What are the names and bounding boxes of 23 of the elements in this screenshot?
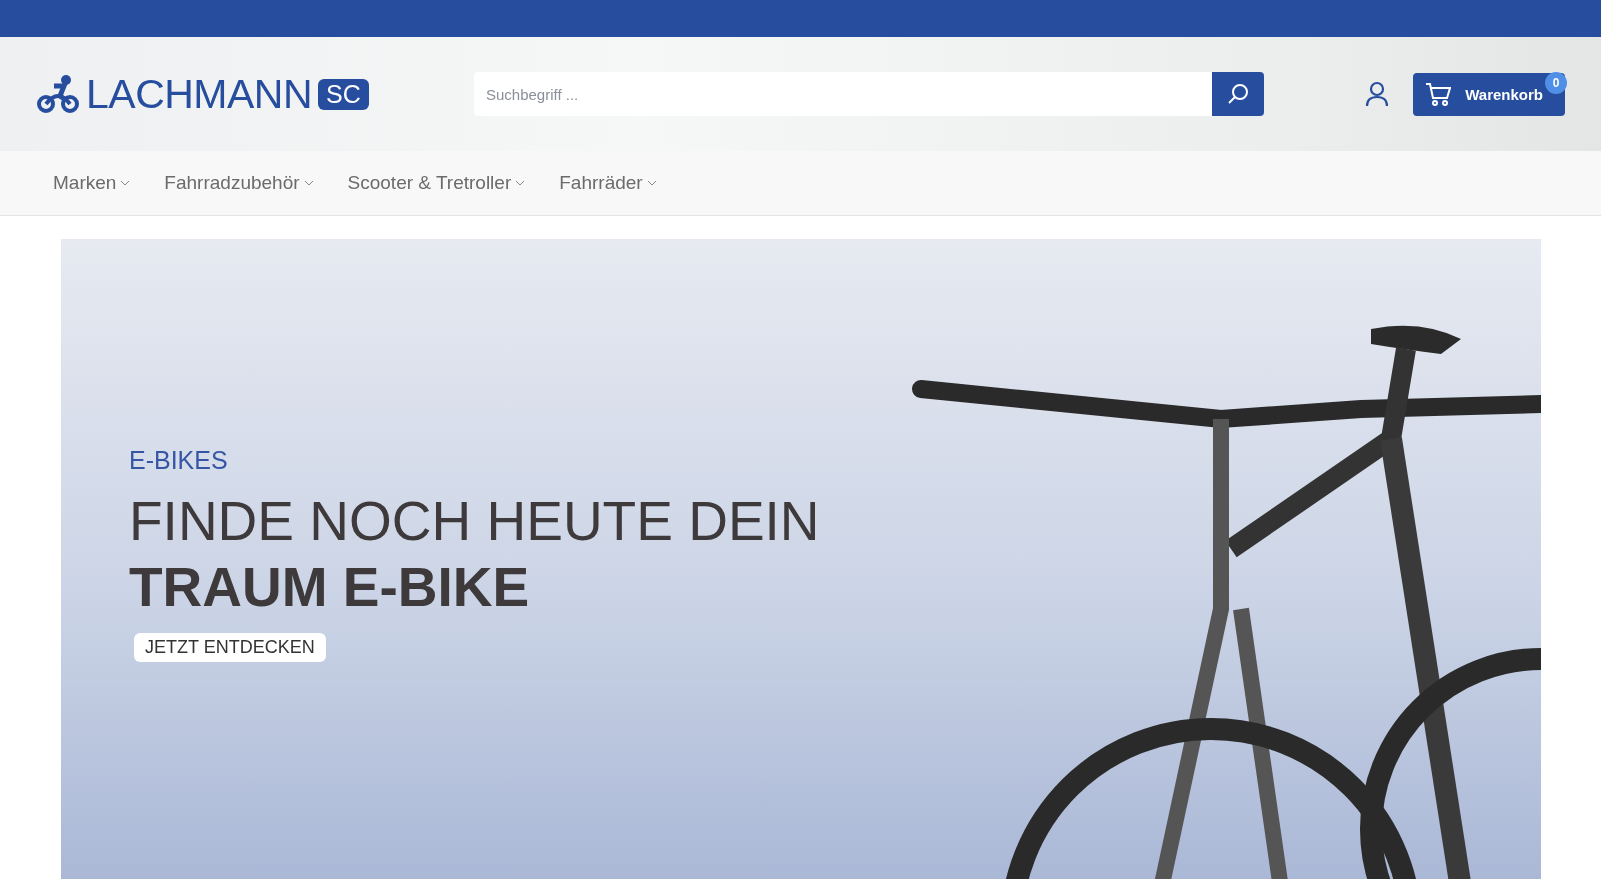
discover-button[interactable]: JETZT ENTDECKEN	[134, 633, 326, 662]
chevron-down-icon	[303, 180, 314, 186]
chevron-down-icon	[646, 180, 657, 186]
nav-item[interactable]: Marken	[53, 172, 131, 194]
account-button[interactable]	[1365, 81, 1390, 107]
search-field[interactable]: Suchbegriff ...	[474, 72, 1212, 116]
search-icon	[1227, 83, 1249, 105]
hero-headline: FINDE NOCH HEUTE DEIN	[129, 489, 820, 553]
hero-headline-bold: TRAUM E-BIKE	[129, 555, 530, 619]
hero-kicker: E-BIKES	[129, 446, 228, 475]
nav-item[interactable]: Fahrradzubehör	[164, 172, 314, 194]
logo-badge: SC	[318, 78, 369, 110]
user-icon	[1365, 81, 1390, 107]
nav-item[interactable]: Scooter & Tretroller	[347, 172, 526, 194]
cart-button[interactable]: Warenkorb 0	[1413, 72, 1565, 116]
chevron-down-icon	[120, 180, 131, 186]
cyclist-icon	[36, 74, 80, 114]
nav-item[interactable]: Fahrräder	[559, 172, 657, 194]
search-button[interactable]	[1212, 72, 1264, 116]
chevron-down-icon	[515, 180, 526, 186]
logo-text: LACHMANN	[86, 70, 313, 118]
cart-icon	[1425, 82, 1452, 106]
cart-count-badge: 0	[1545, 71, 1567, 94]
